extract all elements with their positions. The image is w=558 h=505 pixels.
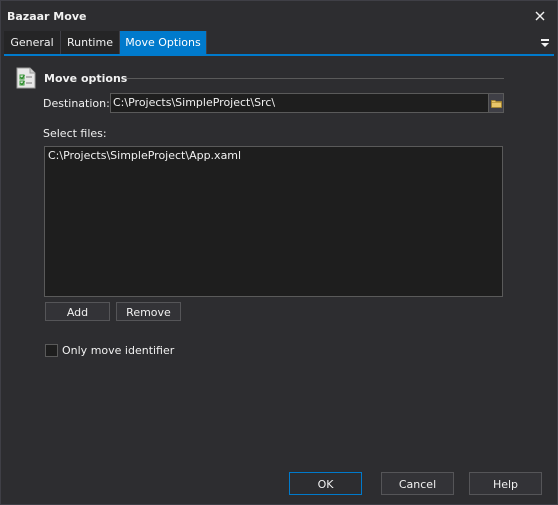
title-bar: Bazaar Move: [1, 1, 557, 31]
tab-general[interactable]: General: [4, 31, 61, 54]
tab-move-options[interactable]: Move Options: [120, 31, 207, 54]
checklist-icon: [16, 67, 36, 89]
move-options-panel: Move options Destination: Select files: …: [4, 56, 554, 501]
help-button[interactable]: Help: [469, 472, 542, 495]
ok-button[interactable]: OK: [289, 472, 362, 495]
destination-label: Destination:: [43, 97, 110, 110]
add-button[interactable]: Add: [45, 302, 110, 321]
files-list[interactable]: C:\Projects\SimpleProject\App.xaml: [44, 146, 503, 297]
tab-menu-button[interactable]: [536, 31, 554, 54]
select-files-label: Select files:: [43, 127, 107, 140]
only-move-identifier-label: Only move identifier: [62, 344, 175, 357]
group-divider: [126, 78, 504, 79]
group-title: Move options: [44, 72, 128, 85]
menu-dropdown-icon: [541, 38, 549, 47]
browse-button[interactable]: [488, 93, 504, 113]
dialog-window: Bazaar Move General Runtime Move Options: [0, 0, 558, 505]
list-item[interactable]: C:\Projects\SimpleProject\App.xaml: [48, 149, 241, 163]
tab-bar: General Runtime Move Options: [4, 31, 554, 56]
tab-runtime[interactable]: Runtime: [61, 31, 120, 54]
close-button[interactable]: [529, 5, 551, 27]
remove-button[interactable]: Remove: [116, 302, 181, 321]
cancel-button[interactable]: Cancel: [381, 472, 454, 495]
only-move-identifier-checkbox[interactable]: [45, 344, 58, 357]
window-title: Bazaar Move: [7, 10, 87, 23]
close-icon: [535, 11, 545, 21]
destination-input[interactable]: [110, 93, 491, 113]
folder-icon: [490, 99, 502, 108]
